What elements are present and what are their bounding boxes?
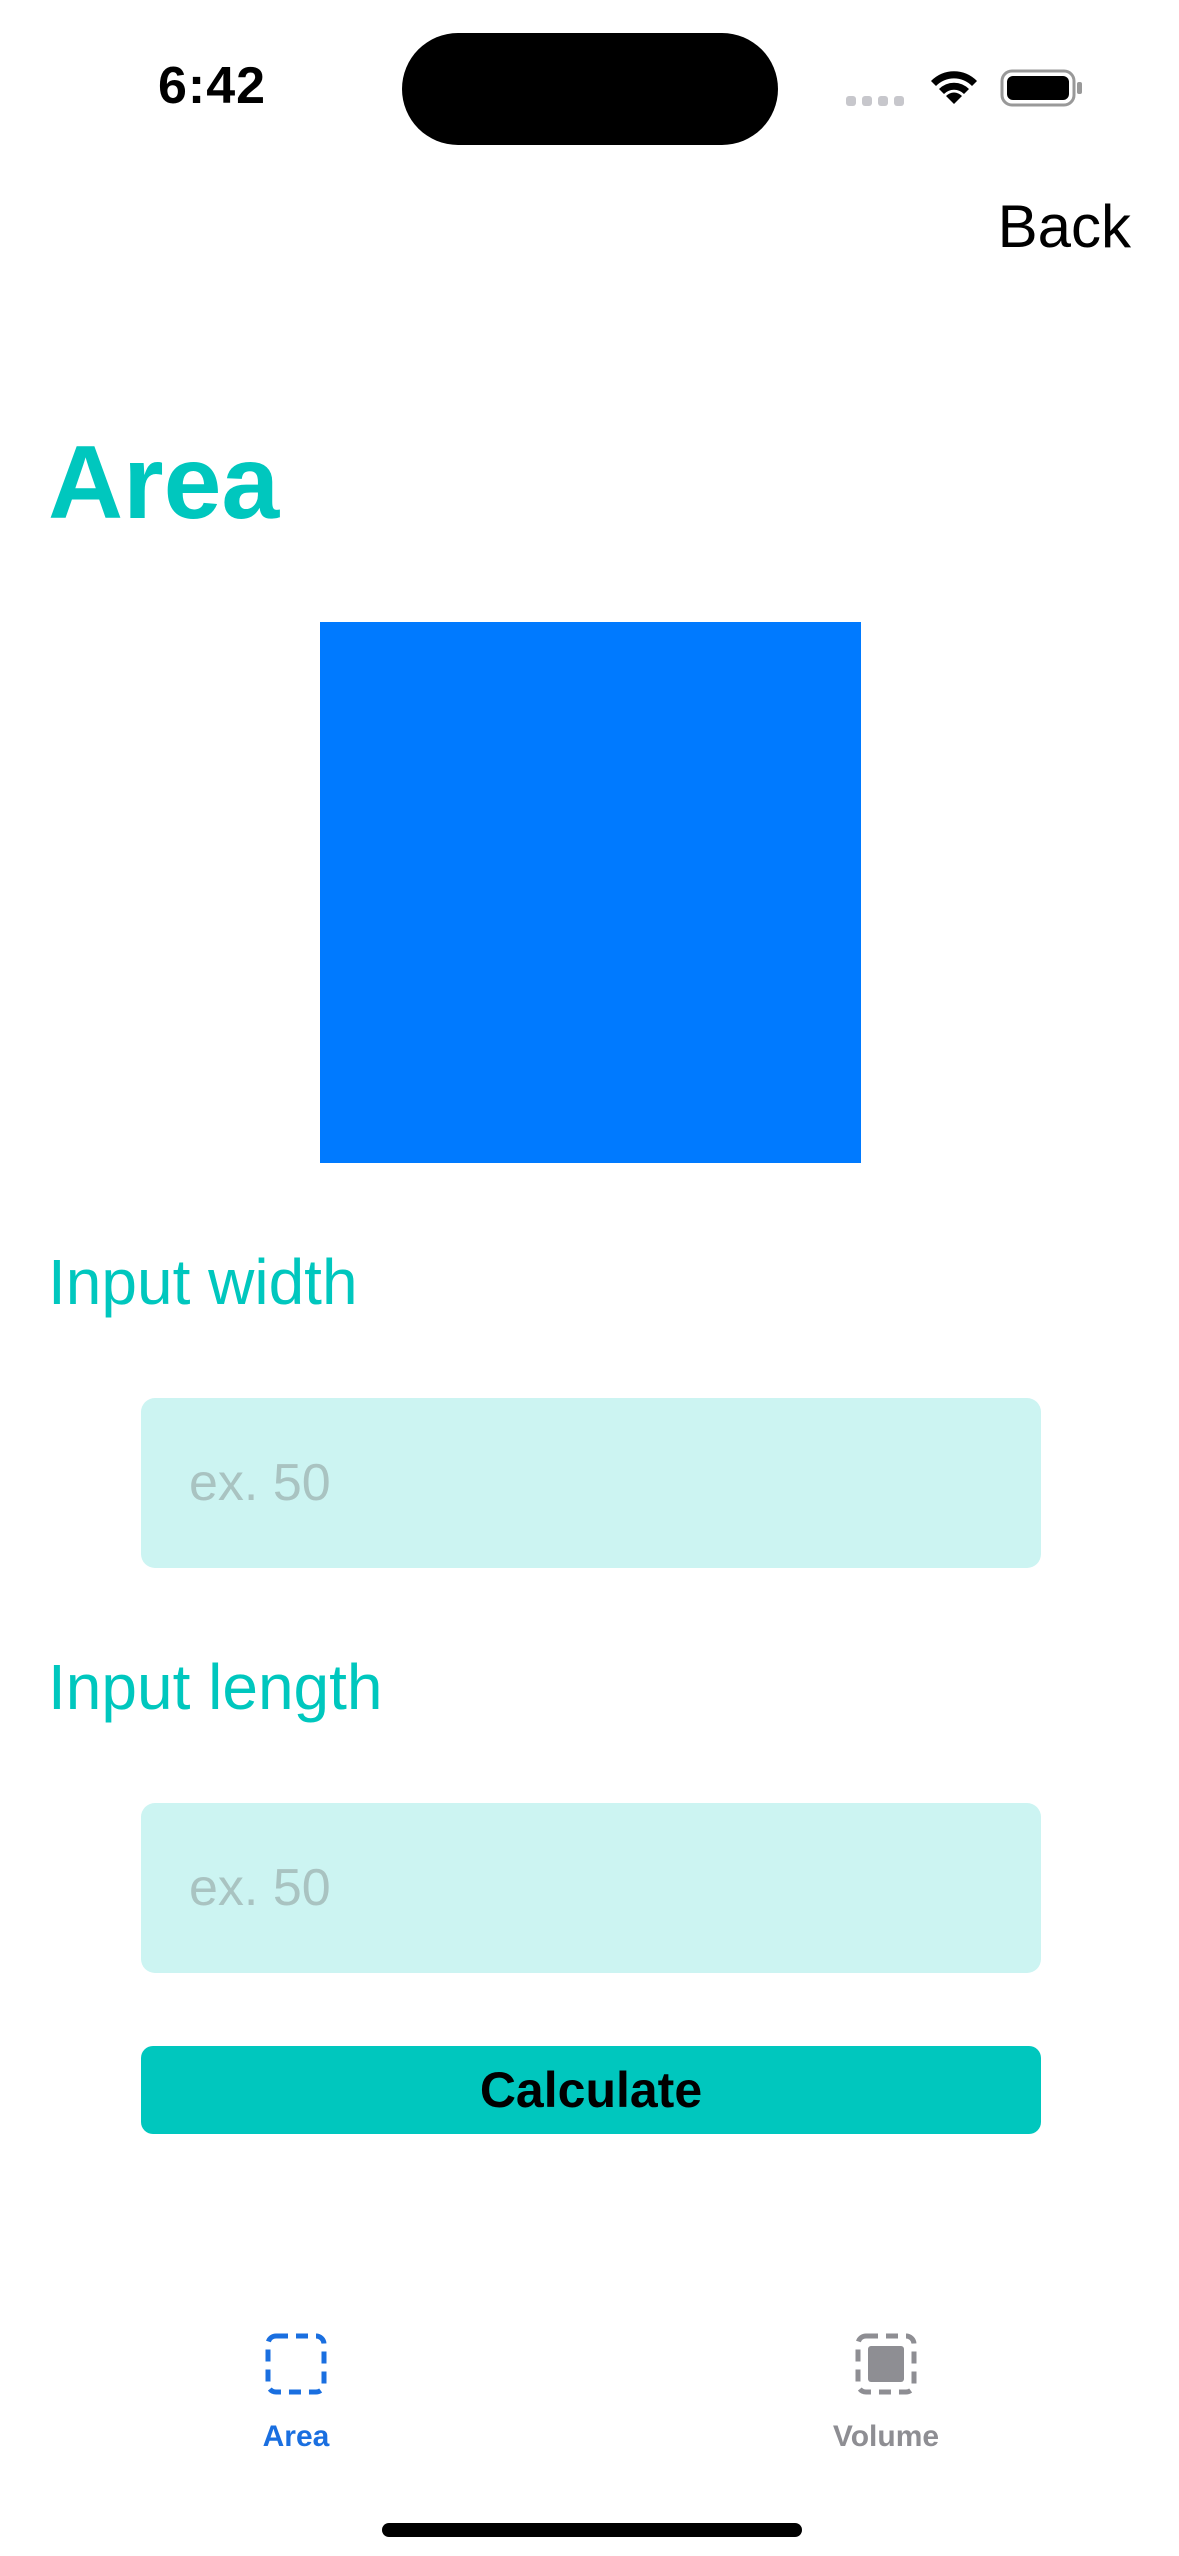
battery-icon <box>1000 69 1082 107</box>
calculate-button[interactable]: Calculate <box>141 2046 1041 2134</box>
tab-bar: Area Volume <box>0 2300 1179 2500</box>
dashed-square-icon <box>265 2333 327 2395</box>
dynamic-island <box>402 33 778 145</box>
filled-dashed-square-icon <box>855 2333 917 2395</box>
tab-area-label: Area <box>262 2420 330 2453</box>
status-bar: 6:42 <box>0 0 1179 170</box>
back-button[interactable]: Back <box>998 192 1131 261</box>
length-label: Input length <box>48 1651 383 1723</box>
page-title: Area <box>48 425 280 541</box>
home-indicator <box>382 2523 802 2537</box>
width-input[interactable] <box>141 1398 1041 1568</box>
tab-volume[interactable]: Volume <box>736 2300 1036 2460</box>
wifi-icon <box>931 71 977 104</box>
cellular-signal-icon <box>846 96 904 106</box>
square-shape-preview <box>320 622 861 1163</box>
tab-volume-label: Volume <box>832 2420 940 2453</box>
status-time: 6:42 <box>158 57 267 115</box>
tab-area[interactable]: Area <box>146 2300 446 2460</box>
width-label: Input width <box>48 1246 358 1318</box>
length-input[interactable] <box>141 1803 1041 1973</box>
